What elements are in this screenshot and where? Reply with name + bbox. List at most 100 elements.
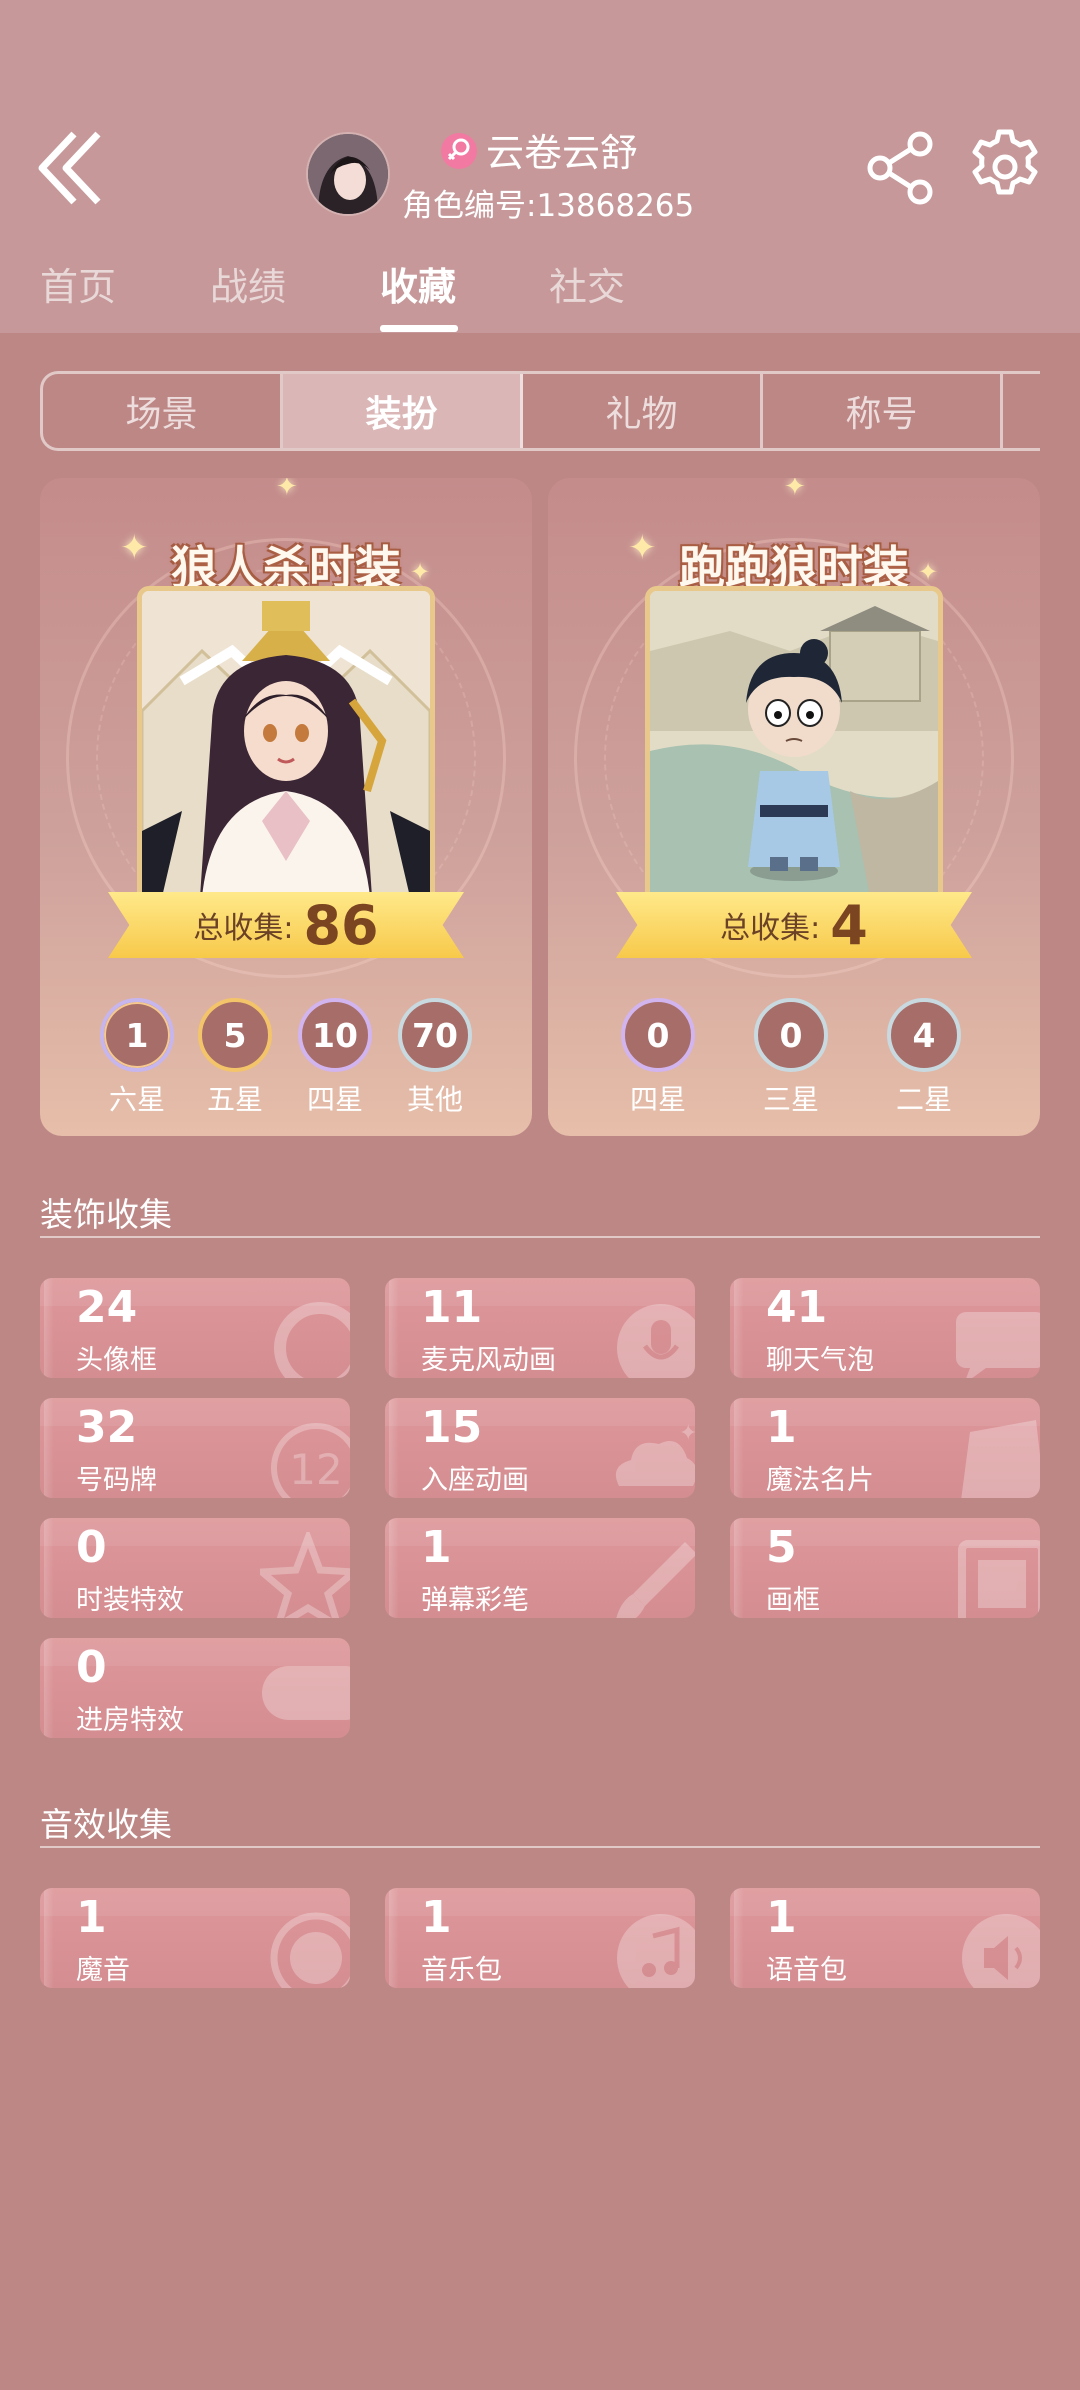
- gear-icon[interactable]: [966, 128, 1044, 206]
- brush-icon: [616, 1542, 695, 1618]
- avatar-frame-icon: [274, 1302, 350, 1378]
- picture-frame-tile[interactable]: 5 画框: [730, 1518, 1040, 1618]
- tab-record[interactable]: 战绩: [210, 256, 286, 311]
- share-icon[interactable]: [864, 130, 940, 206]
- sound-section-title: 音效收集: [40, 1805, 172, 1844]
- tile-value: 0: [76, 1642, 107, 1693]
- magic-voice-tile[interactable]: 1 魔音: [40, 1888, 350, 1988]
- tab-home[interactable]: 首页: [40, 256, 116, 311]
- star-count-other: 70 其他: [395, 998, 475, 1118]
- star-count-four: 10 四星: [295, 998, 375, 1118]
- sub-tab-gift[interactable]: 礼物: [523, 374, 763, 448]
- magic-voice-icon: [270, 1912, 350, 1988]
- star-count-three: 0 三星: [751, 998, 831, 1118]
- avatar-frame-tile[interactable]: 24 头像框: [40, 1278, 350, 1378]
- speaker-icon: [962, 1914, 1040, 1988]
- sparkle-icon: ✦: [276, 478, 298, 502]
- tile-value: 5: [766, 1522, 797, 1573]
- star-label: 四星: [306, 1083, 363, 1116]
- star-label: 二星: [895, 1083, 952, 1116]
- tile-label: 魔法名片: [766, 1465, 874, 1496]
- entry-effect-icon: [262, 1666, 350, 1720]
- outfit-effect-tile[interactable]: 0 时装特效: [40, 1518, 350, 1618]
- star-count-two: 4 二星: [884, 998, 964, 1118]
- microphone-animation-tile[interactable]: 11 麦克风动画: [385, 1278, 695, 1378]
- player-name: 云卷云舒: [486, 131, 639, 175]
- tile-label: 语音包: [766, 1955, 847, 1986]
- star-count-bubble: 4: [887, 998, 961, 1072]
- tile-label: 弹幕彩笔: [421, 1585, 529, 1616]
- star-label: 四星: [629, 1083, 686, 1116]
- sub-tab-bar: 场景 装扮 礼物 称号: [40, 371, 1040, 451]
- voice-pack-tile[interactable]: 1 语音包: [730, 1888, 1040, 1988]
- tile-value: 1: [421, 1892, 452, 1943]
- player-id: 角色编号:13868265: [402, 180, 694, 225]
- tile-value: 1: [766, 1402, 797, 1453]
- star-count-bubble: 0: [754, 998, 828, 1072]
- werewolf-outfit-card[interactable]: ✦ ✦ ✦ 狼人杀时装 总收集: 86 1 六星 5 五星 10 四星 70 其…: [40, 478, 532, 1136]
- tile-value: 32: [76, 1402, 138, 1453]
- tile-value: 15: [421, 1402, 483, 1453]
- star-label: 五星: [206, 1083, 263, 1116]
- name-card-icon: [961, 1420, 1040, 1498]
- tile-label: 画框: [766, 1585, 820, 1616]
- tile-label: 头像框: [76, 1345, 157, 1376]
- chat-bubble-icon: [956, 1312, 1040, 1378]
- star-breakdown: 0 四星 0 三星 4 二星: [548, 998, 1040, 1118]
- tile-label: 进房特效: [76, 1705, 184, 1736]
- tab-social[interactable]: 社交: [549, 256, 625, 311]
- decoration-section-title: 装饰收集: [40, 1195, 172, 1234]
- sub-tab-scene[interactable]: 场景: [43, 374, 283, 448]
- run-wolf-outfit-card[interactable]: ✦ ✦ ✦ 跑跑狼时装 总收集: 4 0 四星 0 三星 4 二星: [548, 478, 1040, 1136]
- star-effect-icon: [260, 1532, 350, 1618]
- star-count-bubble: 0: [621, 998, 695, 1072]
- sub-tab-title[interactable]: 称号: [763, 374, 1003, 448]
- room-entry-effect-tile[interactable]: 0 进房特效: [40, 1638, 350, 1738]
- section-divider: [40, 1846, 1040, 1848]
- tab-collection[interactable]: 收藏: [380, 256, 456, 311]
- tile-value: 24: [76, 1282, 138, 1333]
- tile-value: 1: [766, 1892, 797, 1943]
- number-plate-tile[interactable]: 32 号码牌 12: [40, 1398, 350, 1498]
- star-label: 六星: [108, 1083, 165, 1116]
- tile-value: 1: [421, 1522, 452, 1573]
- star-breakdown: 1 六星 5 五星 10 四星 70 其他: [40, 998, 532, 1118]
- main-tab-bar: 首页 战绩 收藏 社交: [0, 250, 1080, 333]
- star-count-bubble: 10: [298, 998, 372, 1072]
- magic-name-card-tile[interactable]: 1 魔法名片: [730, 1398, 1040, 1498]
- star-count-four: 0 四星: [618, 998, 698, 1118]
- scholar-character-icon: [650, 591, 938, 897]
- avatar-photo-icon: [308, 134, 388, 214]
- svg-text:✦: ✦: [679, 1421, 695, 1446]
- tile-label: 麦克风动画: [421, 1345, 556, 1376]
- music-pack-tile[interactable]: 1 音乐包: [385, 1888, 695, 1988]
- sparkle-icon: ✦: [784, 478, 806, 502]
- star-count-five: 5 五星: [195, 998, 275, 1118]
- top-header: 云卷云舒 角色编号:13868265 首页 战绩 收藏 社交: [0, 0, 1080, 333]
- tile-value: 0: [76, 1522, 107, 1573]
- outfit-preview-image: [137, 586, 435, 902]
- tile-label: 魔音: [76, 1955, 130, 1986]
- back-chevron-icon[interactable]: [36, 128, 106, 208]
- tile-value: 1: [76, 1892, 107, 1943]
- music-note-icon: [617, 1914, 695, 1988]
- total-value: 4: [830, 893, 868, 957]
- player-id-value: 13868265: [536, 188, 695, 224]
- active-tab-indicator: [380, 325, 458, 332]
- seat-animation-tile[interactable]: 15 入座动画 ✦: [385, 1398, 695, 1498]
- sub-tab-more[interactable]: [1003, 374, 1040, 448]
- danmaku-brush-tile[interactable]: 1 弹幕彩笔: [385, 1518, 695, 1618]
- sub-tab-outfit[interactable]: 装扮: [283, 374, 523, 448]
- star-label: 三星: [762, 1083, 819, 1116]
- total-label: 总收集:: [193, 911, 294, 946]
- star-count-bubble: 70: [398, 998, 472, 1072]
- tile-value: 41: [766, 1282, 828, 1333]
- chat-bubble-tile[interactable]: 41 聊天气泡: [730, 1278, 1040, 1378]
- avatar[interactable]: [308, 134, 388, 214]
- svg-text:12: 12: [289, 1445, 342, 1494]
- total-collected-ribbon: 总收集: 86: [108, 892, 464, 958]
- picture-frame-icon: [958, 1540, 1040, 1618]
- tile-label: 时装特效: [76, 1585, 184, 1616]
- bride-character-icon: [142, 591, 430, 897]
- outfit-preview-image: [645, 586, 943, 902]
